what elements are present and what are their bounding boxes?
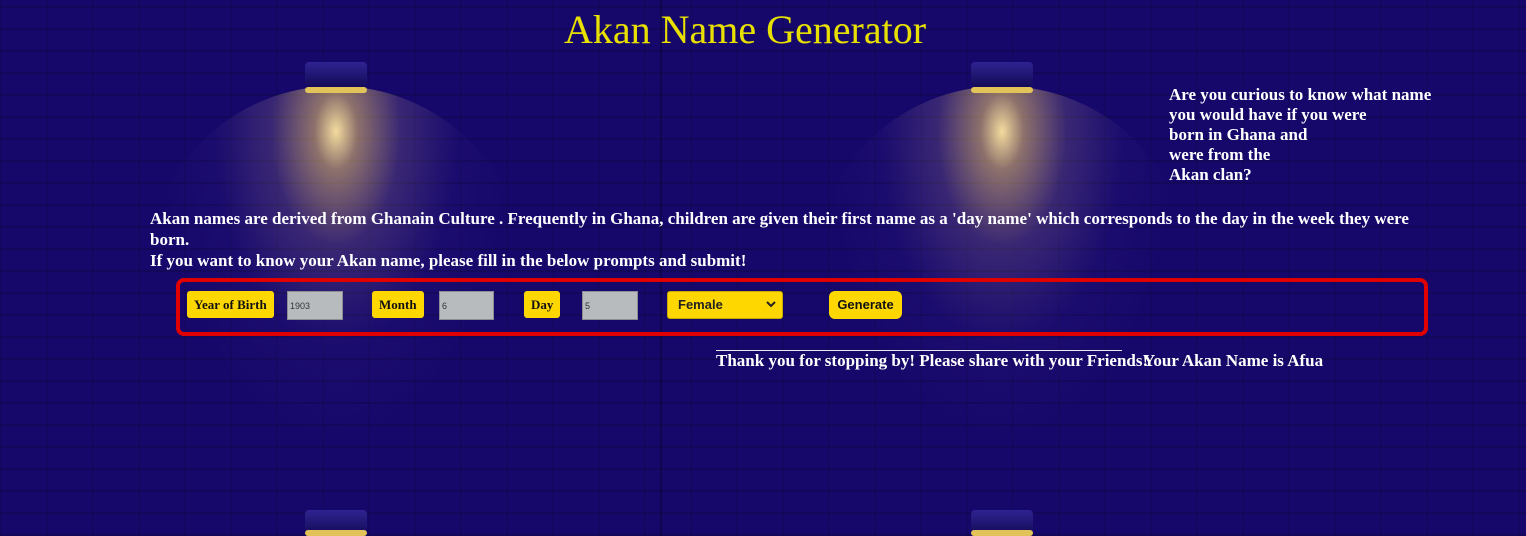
gender-select-value: Female: [678, 297, 723, 312]
month-input[interactable]: [439, 291, 494, 320]
birth-form: [176, 278, 1428, 336]
wall-lamp: [305, 62, 367, 88]
wall-lamp-base: [305, 530, 367, 536]
intro-line: If you want to know your Akan name, plea…: [150, 251, 747, 270]
gender-select[interactable]: Female: [667, 291, 783, 319]
wall-lamp-base: [305, 87, 367, 93]
month-label: Month: [372, 291, 424, 318]
thanks-message: Thank you for stopping by! Please share …: [716, 351, 1149, 370]
year-of-birth-label: Year of Birth: [187, 291, 274, 318]
lamp-glow: [146, 86, 526, 466]
page-title: Akan Name Generator: [563, 7, 927, 52]
year-of-birth-input[interactable]: [287, 291, 343, 320]
curious-prompt: Are you curious to know what name you wo…: [1169, 85, 1469, 185]
curious-line: you would have if you were: [1169, 105, 1367, 124]
akan-name-result: Your Akan Name is Afua: [1143, 351, 1324, 370]
lamp-glow: [812, 86, 1192, 466]
day-input[interactable]: [582, 291, 638, 320]
day-label: Day: [524, 291, 561, 318]
wall-lamp-base: [971, 530, 1033, 536]
chevron-down-icon: [766, 293, 776, 319]
curious-line: were from the: [1169, 145, 1271, 164]
curious-line: born in Ghana and: [1169, 125, 1308, 144]
wall-lamp: [971, 62, 1033, 88]
generate-button[interactable]: Generate: [829, 291, 902, 319]
curious-line: Akan clan?: [1169, 165, 1252, 184]
curious-line: Are you curious to know what name: [1169, 85, 1432, 104]
wall-lamp-base: [971, 87, 1033, 93]
intro-line: Akan names are derived from Ghanain Cult…: [150, 209, 1409, 249]
intro-text: Akan names are derived from Ghanain Cult…: [150, 208, 1450, 271]
